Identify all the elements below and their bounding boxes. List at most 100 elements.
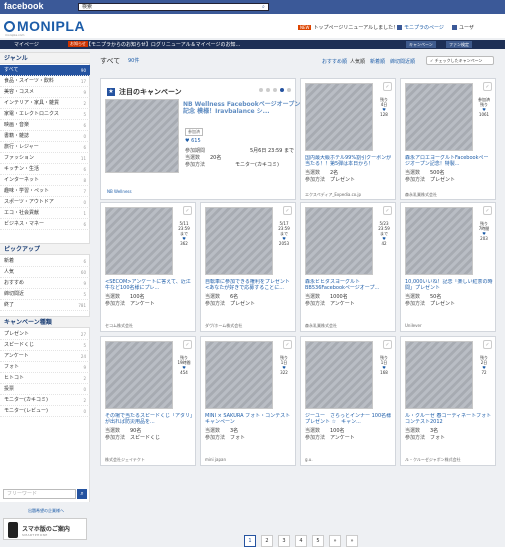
campaign-title[interactable]: 10,000いいね！記念「楽しい紅茶の時間」プレゼント [405, 279, 493, 292]
search-icon[interactable]: ⌕ [77, 489, 87, 499]
sidebar-genre-item[interactable]: すべて 90 [0, 65, 90, 76]
sort-recommended[interactable]: おすすめ順 [322, 58, 347, 65]
user-menu[interactable]: ユーザ [452, 24, 474, 31]
campaign-title[interactable]: その場で当たるスピードくじ「アタリ」が出れば防災用品を... [105, 413, 193, 426]
campaign-card[interactable]: ✓ 5/11 23:59まで ♥ 362 <SECOM>アンケートに答えて、近江… [100, 202, 196, 332]
notice-message[interactable]: 【モニプラからのお知らせ】ログリニューアル＆マイページのお知... [86, 41, 240, 48]
sort-deadline[interactable]: 締切間近順 [390, 58, 415, 65]
facebook-logo[interactable]: facebook [4, 1, 44, 11]
campaign-card[interactable]: ✓ 5/17 23:59まで ♥ 2053 自転車に参加できる権利をプレゼント<… [200, 202, 296, 332]
sidebar-type-item[interactable]: アンケート 24 [0, 351, 90, 362]
sidebar-type-item[interactable]: プレゼント 27 [0, 329, 90, 340]
company-name[interactable]: ル・クルーゼジャポン株式会社 [405, 457, 461, 463]
campaign-card[interactable]: ✓ 残り 7時間 ♥ 203 10,000いいね！記念「楽しい紅茶の時間」プレゼ… [400, 202, 496, 332]
sidebar-genre-item[interactable]: スポーツ・アウトドア 0 [0, 197, 90, 208]
sort-popular[interactable]: 人気順 [350, 58, 365, 65]
sidebar-type-item[interactable]: モニター(レビュー) 0 [0, 406, 90, 417]
company-help-link[interactable]: 出題希望の企業様へ [28, 508, 64, 514]
check-icon[interactable]: ✓ [483, 206, 492, 215]
sidebar-genre-item[interactable]: 家電・エレクトロニクス 5 [0, 109, 90, 120]
page-link[interactable]: 4 [295, 535, 307, 547]
campaign-image[interactable] [305, 83, 373, 151]
search-icon[interactable]: ⌕ [262, 4, 268, 10]
campaign-card[interactable]: ✓ 残り 4日 ♥ 128 国内最大級ホテル99%割引クーポンが当たる！！第5弾… [300, 78, 396, 200]
company-name[interactable]: エクスペディア_Expedia.co.jp [305, 192, 361, 198]
company-name[interactable]: 株式会社ジェイテクト [105, 457, 145, 463]
campaign-image[interactable] [305, 207, 373, 275]
sidebar-genre-item[interactable]: 書籍・雑誌 0 [0, 131, 90, 142]
campaign-title[interactable]: 国内最大級ホテル99%割引クーポンが当たる！！第5弾は本日から！ [305, 155, 393, 168]
campaign-image[interactable] [405, 83, 473, 151]
campaign-image[interactable] [205, 207, 273, 275]
carousel-dots[interactable] [256, 88, 291, 94]
campaign-card[interactable]: ✓ 残り 19時間 ♥ 454 その場で当たるスピードくじ「アタリ」が出れば防災… [100, 336, 196, 466]
campaign-title[interactable]: MINI × SAKURA フォト・コンテスト キャンペーン [205, 413, 293, 426]
campaign-card[interactable]: ✓ 5/23 23:59まで ♥ 42 森永ビヒダスヨーグルト BB536Fac… [300, 202, 396, 332]
campaign-image[interactable] [205, 341, 273, 409]
sidebar-type-item[interactable]: 投票 0 [0, 384, 90, 395]
page-link[interactable]: 1 [244, 535, 256, 547]
featured-campaign[interactable]: ★ 注目のキャンペーン NB Wellness Facebookページオープン記… [100, 78, 300, 200]
featured-image[interactable] [105, 99, 179, 173]
company-name[interactable]: mini japan [205, 457, 226, 462]
page-link[interactable]: 2 [261, 535, 273, 547]
campaign-title[interactable]: 森永ビヒダスヨーグルト BB536Facebookページオープ... [305, 279, 393, 292]
page-link[interactable]: 3 [278, 535, 290, 547]
news-link[interactable]: NEW トップページリニューアルしました！ [298, 24, 398, 31]
sidebar-genre-item[interactable]: ビジネス・マネー 6 [0, 219, 90, 230]
campaign-title[interactable]: ジーユー さらっとインナー 100名様プレゼント ☆ キャン... [305, 413, 393, 426]
campaign-image[interactable] [105, 341, 173, 409]
featured-company[interactable]: NB Wellness [107, 189, 132, 194]
campaign-title[interactable]: <SECOM>アンケートに答えて、近江牛など100名様にプレ... [105, 279, 193, 292]
sidebar-genre-item[interactable]: 美容・コスメ 9 [0, 87, 90, 98]
sidebar-type-item[interactable]: フォト 9 [0, 362, 90, 373]
company-name[interactable]: Unilever [405, 323, 422, 328]
check-icon[interactable]: ✓ [183, 206, 192, 215]
company-name[interactable]: 森永乳業株式会社 [305, 323, 337, 329]
company-name[interactable]: g.u. [305, 457, 313, 462]
campaign-title[interactable]: ル・クルーゼ 春コーディネートフォトコンテスト2012 [405, 413, 493, 426]
company-name[interactable]: セコム株式会社 [105, 323, 133, 329]
campaign-image[interactable] [305, 341, 373, 409]
check-icon[interactable]: ✓ [183, 340, 192, 349]
checked-campaigns-button[interactable]: ✓ チェックしたキャンペーン [426, 56, 494, 65]
campaign-image[interactable] [405, 341, 473, 409]
campaign-title[interactable]: 森永アロエヨーグルトFacebookページオープン記念！特製... [405, 155, 493, 168]
mypage-link[interactable]: マイページ [14, 41, 39, 48]
sidebar-genre-item[interactable]: エコ・社会貢献 1 [0, 208, 90, 219]
featured-campaign-title[interactable]: NB Wellness Facebookページオープン記念 模様！Iravbal… [183, 101, 305, 123]
campaign-button[interactable]: キャンペーン [406, 41, 436, 48]
sidebar-genre-item[interactable]: キッチン・生活 6 [0, 164, 90, 175]
monipla-logo[interactable]: MONIPLA [4, 18, 85, 34]
campaign-image[interactable] [105, 207, 173, 275]
sidebar-type-item[interactable]: ヒトコト 2 [0, 373, 90, 384]
sidebar-pickup-item[interactable]: 終了 781 [0, 300, 90, 311]
page-link[interactable]: » [329, 535, 341, 547]
campaign-card[interactable]: ✓ 残り 2日 ♥ 72 ル・クルーゼ 春コーディネートフォトコンテスト2012… [400, 336, 496, 466]
facebook-search-input[interactable]: 検索 [78, 3, 269, 11]
smartphone-banner[interactable]: スマホ版のご案内 SMARTPHONE [3, 518, 87, 540]
sidebar-genre-item[interactable]: 食品・スイーツ・飲料 17 [0, 76, 90, 87]
monipla-page-link[interactable]: モニプラのページ [397, 24, 444, 31]
sidebar-genre-item[interactable]: 映画・音楽 6 [0, 120, 90, 131]
campaign-card[interactable]: ✓ 参加済 残り ♥ 1061 森永アロエヨーグルトFacebookページオープ… [400, 78, 496, 200]
check-icon[interactable]: ✓ [283, 206, 292, 215]
campaign-title[interactable]: 自転車に参加できる権利をプレゼント<あなたが好きで応募することに... [205, 279, 293, 292]
check-icon[interactable]: ✓ [483, 82, 492, 91]
check-icon[interactable]: ✓ [383, 206, 392, 215]
sidebar-pickup-item[interactable]: 新着 6 [0, 256, 90, 267]
keyword-input[interactable]: フリーワード [3, 489, 76, 499]
sidebar-type-item[interactable]: モニター(カキコミ) 2 [0, 395, 90, 406]
sidebar-genre-item[interactable]: 趣味・学習・ペット 7 [0, 186, 90, 197]
sidebar-genre-item[interactable]: インテリア・家具・雑貨 2 [0, 98, 90, 109]
sidebar-genre-item[interactable]: 旅行・レジャー 6 [0, 142, 90, 153]
campaign-image[interactable] [405, 207, 473, 275]
campaign-card[interactable]: ✓ 残り 1日 ♥ 168 ジーユー さらっとインナー 100名様プレゼント ☆… [300, 336, 396, 466]
page-link[interactable]: 5 [312, 535, 324, 547]
campaign-card[interactable]: ✓ 残り 1日 ♥ 322 MINI × SAKURA フォト・コンテスト キャ… [200, 336, 296, 466]
sidebar-genre-item[interactable]: ファッション 11 [0, 153, 90, 164]
check-icon[interactable]: ✓ [483, 340, 492, 349]
check-icon[interactable]: ✓ [383, 340, 392, 349]
sidebar-pickup-item[interactable]: おすすめ 9 [0, 278, 90, 289]
sidebar-type-item[interactable]: スピードくじ 5 [0, 340, 90, 351]
